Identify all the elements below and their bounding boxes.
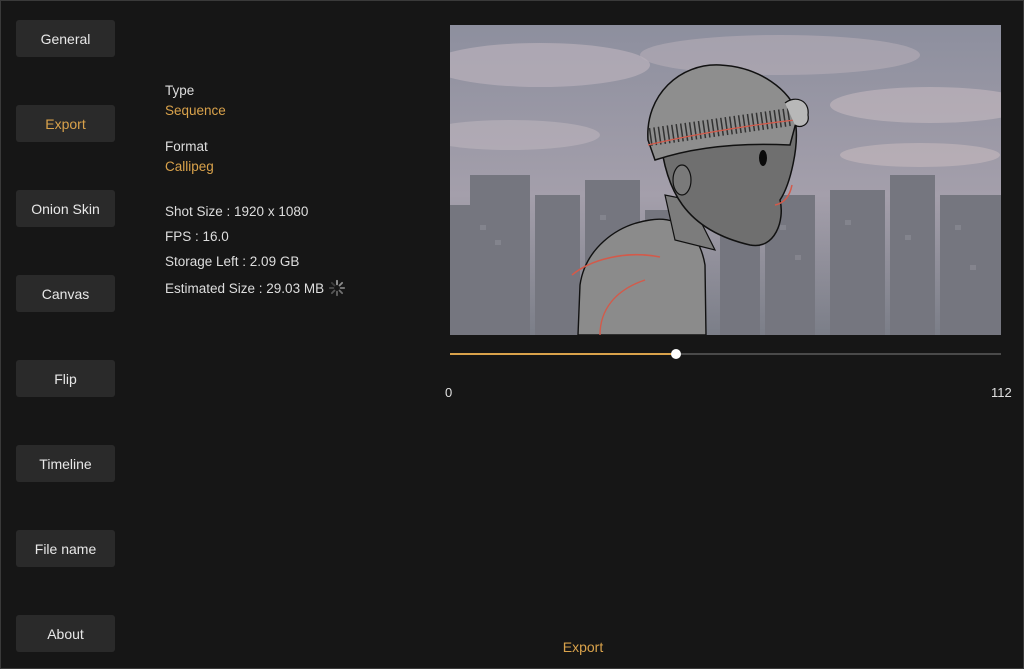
frame-slider[interactable] (450, 349, 1001, 359)
frame-range-end: 112 (991, 385, 1012, 400)
sidebar-item-timeline[interactable]: Timeline (16, 445, 115, 482)
estimated-size: Estimated Size : 29.03 MB (165, 280, 325, 296)
loading-spinner-icon (328, 279, 346, 297)
sidebar-item-flip[interactable]: Flip (16, 360, 115, 397)
shot-size: Shot Size : 1920 x 1080 (165, 204, 309, 219)
fps-value: FPS : 16.0 (165, 229, 229, 244)
export-settings-window: General Export Onion Skin Canvas Flip Ti… (0, 0, 1024, 669)
frame-slider-thumb[interactable] (671, 349, 682, 359)
sidebar-item-file-name[interactable]: File name (16, 530, 115, 567)
estimated-size-row: Estimated Size : 29.03 MB (165, 279, 346, 297)
frame-range-start: 0 (445, 385, 453, 400)
frame-slider-progress (450, 353, 677, 355)
export-button[interactable]: Export (533, 639, 633, 655)
format-label: Format (165, 139, 208, 154)
storage-left: Storage Left : 2.09 GB (165, 254, 300, 269)
export-preview-image (450, 25, 1001, 335)
sidebar-item-export[interactable]: Export (16, 105, 115, 142)
type-label: Type (165, 83, 195, 98)
sidebar-item-canvas[interactable]: Canvas (16, 275, 115, 312)
type-value[interactable]: Sequence (165, 103, 226, 118)
sidebar-item-general[interactable]: General (16, 20, 115, 57)
sidebar-item-onion-skin[interactable]: Onion Skin (16, 190, 115, 227)
format-value[interactable]: Callipeg (165, 159, 214, 174)
sidebar-item-about[interactable]: About (16, 615, 115, 652)
